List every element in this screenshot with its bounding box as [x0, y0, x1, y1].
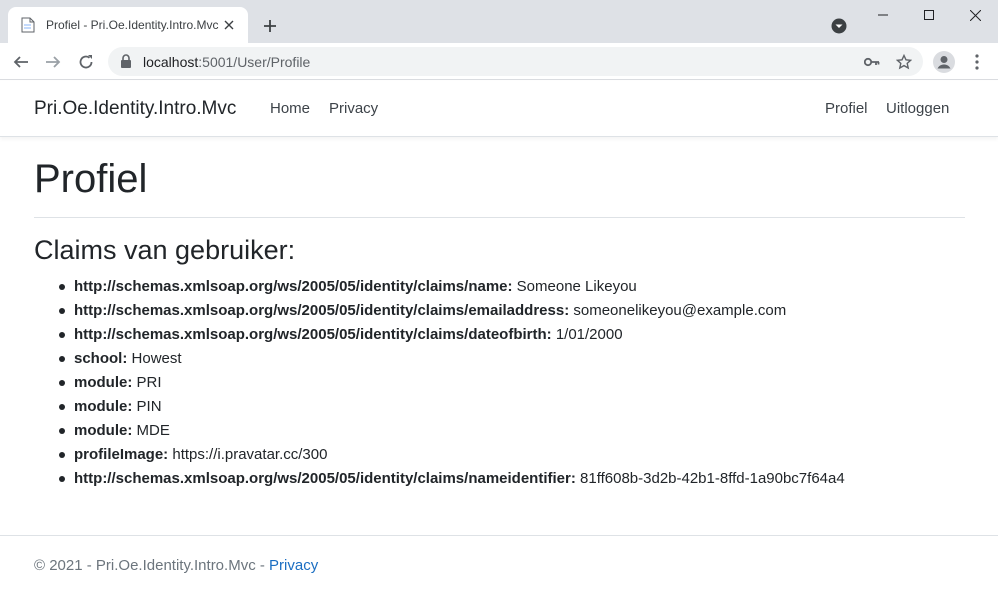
list-item: module: PRI [59, 373, 845, 397]
claim-key: http://schemas.xmlsoap.org/ws/2005/05/id… [74, 302, 570, 319]
claim-value: Someone Likeyou [516, 278, 637, 295]
list-item: profileImage: https://i.pravatar.cc/300 [59, 445, 845, 469]
claims-heading: Claims van gebruiker: [34, 235, 296, 265]
close-tab-icon[interactable] [220, 16, 238, 34]
maximize-icon[interactable] [906, 0, 952, 30]
tab-title: Profiel - Pri.Oe.Identity.Intro.Mvc [46, 18, 219, 32]
tab-strip: Profiel - Pri.Oe.Identity.Intro.Mvc [0, 0, 998, 43]
claim-value: PIN [136, 398, 162, 415]
address-bar[interactable]: localhost:5001/User/Profile [108, 47, 923, 76]
page-title: Profiel [34, 157, 148, 201]
claims-list: http://schemas.xmlsoap.org/ws/2005/05/id… [59, 277, 845, 493]
claim-key: module: [74, 374, 133, 391]
claim-value: https://i.pravatar.cc/300 [172, 446, 328, 463]
claim-key: http://schemas.xmlsoap.org/ws/2005/05/id… [74, 470, 576, 487]
claim-key: http://schemas.xmlsoap.org/ws/2005/05/id… [74, 278, 513, 295]
nav-link-profiel[interactable]: Profiel [825, 100, 868, 117]
key-icon[interactable] [862, 52, 882, 72]
back-arrow-icon[interactable] [10, 51, 32, 73]
list-item: school: Howest [59, 349, 845, 373]
divider [34, 217, 965, 218]
site-navbar: Pri.Oe.Identity.Intro.Mvc Home Privacy P… [0, 81, 998, 137]
navbar-brand[interactable]: Pri.Oe.Identity.Intro.Mvc [34, 98, 236, 120]
nav-link-uitloggen[interactable]: Uitloggen [886, 100, 949, 117]
tab-search-icon[interactable] [830, 17, 848, 35]
claim-value: someonelikeyou@example.com [573, 302, 787, 319]
new-tab-icon[interactable] [258, 14, 282, 38]
browser-toolbar: localhost:5001/User/Profile [0, 43, 998, 80]
nav-link-home[interactable]: Home [270, 100, 310, 117]
footer-divider [0, 535, 998, 536]
list-item: http://schemas.xmlsoap.org/ws/2005/05/id… [59, 469, 845, 493]
close-window-icon[interactable] [952, 0, 998, 30]
claim-key: profileImage: [74, 446, 169, 463]
list-item: http://schemas.xmlsoap.org/ws/2005/05/id… [59, 325, 845, 349]
menu-kebab-icon[interactable] [966, 51, 988, 73]
claim-key: module: [74, 422, 133, 439]
lock-icon [120, 54, 132, 68]
minimize-icon[interactable] [860, 0, 906, 30]
reload-icon[interactable] [75, 51, 97, 73]
list-item: http://schemas.xmlsoap.org/ws/2005/05/id… [59, 277, 845, 301]
list-item: module: PIN [59, 397, 845, 421]
claim-key: http://schemas.xmlsoap.org/ws/2005/05/id… [74, 326, 552, 343]
footer: © 2021 - Pri.Oe.Identity.Intro.Mvc - Pri… [34, 557, 318, 574]
nav-link-privacy[interactable]: Privacy [329, 100, 378, 117]
claim-value: PRI [136, 374, 162, 391]
list-item: http://schemas.xmlsoap.org/ws/2005/05/id… [59, 301, 845, 325]
list-item: module: MDE [59, 421, 845, 445]
claim-value: MDE [136, 422, 170, 439]
bookmark-star-icon[interactable] [894, 52, 914, 72]
claim-key: school: [74, 350, 128, 367]
forward-arrow-icon[interactable] [42, 51, 64, 73]
browser-tab[interactable]: Profiel - Pri.Oe.Identity.Intro.Mvc [8, 7, 248, 43]
url-text: localhost:5001/User/Profile [143, 54, 311, 70]
claim-key: module: [74, 398, 133, 415]
claim-value: 81ff608b-3d2b-42b1-8ffd-1a90bc7f64a4 [580, 470, 845, 487]
profile-avatar-icon[interactable] [932, 50, 956, 74]
footer-text: © 2021 - Pri.Oe.Identity.Intro.Mvc - [34, 557, 270, 574]
claim-value: 1/01/2000 [555, 326, 623, 343]
claim-value: Howest [131, 350, 182, 367]
footer-privacy-link[interactable]: Privacy [269, 557, 318, 574]
page-favicon-icon [20, 17, 36, 33]
